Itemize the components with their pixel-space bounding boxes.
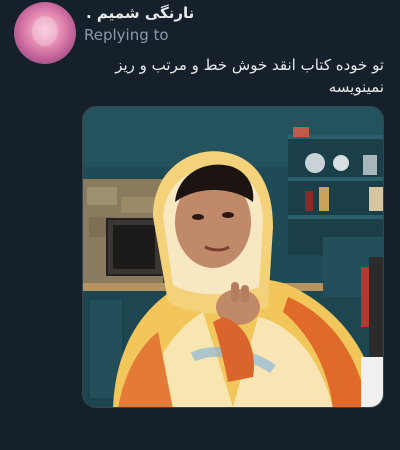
display-name[interactable]: نارنگی شمیم . xyxy=(86,4,194,22)
tweet-text: تو خوده کتاب انقد خوش خط و مرتب و ریز نم… xyxy=(115,56,384,96)
replying-to-label: Replying to xyxy=(84,26,169,44)
tweet-card[interactable]: نارنگی شمیم . Replying to تو خوده کتاب ا… xyxy=(0,0,400,450)
tweet-media-image[interactable] xyxy=(82,106,384,408)
avatar[interactable] xyxy=(14,2,76,64)
